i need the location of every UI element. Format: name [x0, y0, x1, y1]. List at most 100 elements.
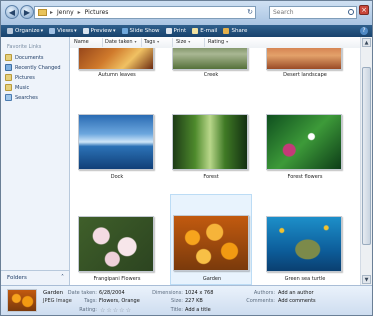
nav-item-music[interactable]: Music	[5, 83, 29, 92]
star-icon[interactable]: ☆	[126, 307, 132, 314]
chevron-down-icon: ▾	[157, 39, 160, 44]
column-divider[interactable]	[204, 38, 205, 47]
column-divider[interactable]	[102, 38, 103, 47]
nav-item-label: Music	[15, 84, 30, 91]
command-bar: Organize ▾ Views ▾ Preview ▾ Slide Show Pri…	[1, 25, 372, 37]
address-bar[interactable]: ▸ Jenny ▸ Pictures ↻	[34, 6, 256, 19]
list-item[interactable]: Autumn leaves	[76, 48, 158, 78]
navigation-pane: Favorite Links Documents Recently Change…	[1, 37, 70, 285]
column-header-tags[interactable]: Tags ▾	[144, 39, 159, 45]
chevron-down-icon: ▾	[188, 39, 191, 44]
garden-thumbnail	[173, 215, 249, 271]
item-caption: Forest	[203, 174, 219, 180]
pictures-icon	[5, 74, 12, 81]
breadcrumb-separator[interactable]: ▸	[50, 9, 53, 16]
close-icon: ×	[361, 6, 367, 14]
rating-stars[interactable]: ☆☆☆☆☆	[100, 307, 132, 314]
slideshow-button[interactable]: Slide Show	[121, 28, 160, 34]
list-item[interactable]: Frangipani Flowers	[76, 214, 158, 285]
authors-value[interactable]: Add an author	[278, 290, 314, 296]
chevron-up-icon: ▲	[364, 40, 369, 46]
organize-button[interactable]: Organize ▾	[7, 28, 43, 34]
back-arrow-icon: ◀	[8, 7, 16, 17]
list-item[interactable]: Dock	[76, 112, 158, 192]
list-item[interactable]: Green sea turtle	[264, 214, 346, 285]
frangipani-flowers-thumbnail	[78, 216, 154, 272]
list-item[interactable]: Desert landscape	[264, 48, 346, 78]
tags-value[interactable]: Flowers, Orange	[99, 298, 140, 304]
print-button[interactable]: Print	[165, 28, 186, 34]
title-value[interactable]: Add a title	[185, 307, 211, 313]
desert-landscape-thumbnail	[266, 48, 342, 70]
search-box[interactable]	[269, 6, 357, 19]
nav-item-documents[interactable]: Documents	[5, 53, 44, 62]
nav-item-label: Recently Changed	[15, 64, 61, 71]
item-caption: Garden	[202, 276, 222, 282]
share-icon	[223, 28, 230, 34]
folders-label: Folders	[7, 275, 27, 281]
breadcrumb-jenny[interactable]: Jenny	[57, 9, 74, 16]
scrollbar-thumb[interactable]	[362, 67, 371, 245]
recently-changed-icon	[5, 64, 12, 71]
vertical-scrollbar[interactable]: ▲ ▼	[360, 37, 372, 285]
views-label: Views	[57, 28, 74, 34]
chevron-down-icon: ▾	[40, 28, 44, 34]
folder-icon	[38, 9, 47, 16]
breadcrumb-separator[interactable]: ▸	[78, 9, 81, 16]
nav-item-searches[interactable]: Searches	[5, 93, 38, 102]
item-caption: Dock	[110, 174, 124, 180]
breadcrumb-pictures[interactable]: Pictures	[85, 9, 109, 16]
share-button[interactable]: Share	[223, 28, 247, 34]
date-taken-label: Date taken:	[67, 290, 97, 296]
nav-item-pictures[interactable]: Pictures	[5, 73, 35, 82]
column-header-name[interactable]: Name	[74, 39, 89, 45]
favorite-links-heading: Favorite Links	[7, 44, 42, 50]
column-header-rating[interactable]: Rating ▾	[208, 39, 228, 45]
item-caption: Autumn leaves	[98, 72, 136, 78]
scroll-down-button[interactable]: ▼	[362, 275, 371, 284]
email-icon	[192, 28, 199, 34]
search-input[interactable]	[273, 9, 343, 16]
email-label: E-mail	[200, 28, 218, 34]
column-header-label: Name	[74, 39, 89, 45]
organize-label: Organize	[15, 28, 40, 34]
list-item[interactable]: Forest	[170, 112, 252, 192]
chevron-down-icon: ▾	[113, 28, 116, 34]
size-value: 227 KB	[185, 298, 203, 304]
search-icon[interactable]	[348, 9, 354, 15]
slideshow-icon	[121, 28, 128, 34]
dimensions-value: 1024 x 768	[185, 290, 214, 296]
preview-button[interactable]: Preview ▾	[82, 28, 116, 34]
nav-item-recently-changed[interactable]: Recently Changed	[5, 63, 61, 72]
column-divider[interactable]	[172, 38, 173, 47]
help-button[interactable]: ?	[360, 27, 368, 35]
column-divider[interactable]	[141, 38, 142, 47]
item-caption: Forest flowers	[287, 174, 323, 180]
searches-icon	[5, 94, 12, 101]
comments-value[interactable]: Add comments	[278, 298, 316, 304]
comments-label: Comments:	[246, 298, 275, 304]
item-caption: Creek	[203, 72, 219, 78]
list-item[interactable]: Creek	[170, 48, 252, 78]
green-sea-turtle-thumbnail	[266, 216, 342, 272]
dock-thumbnail	[78, 114, 154, 170]
back-button[interactable]: ◀	[5, 5, 19, 19]
views-button[interactable]: Views ▾	[49, 28, 77, 34]
details-pane: Garden JPEG Image Date taken: 6/28/2004 …	[1, 285, 372, 315]
date-taken-value[interactable]: 6/28/2004	[99, 290, 125, 296]
close-window-button[interactable]: ×	[359, 5, 369, 15]
help-icon: ?	[362, 27, 366, 34]
autumn-leaves-thumbnail	[78, 48, 154, 70]
column-header-size[interactable]: Size ▾	[176, 39, 190, 45]
list-item[interactable]: Forest flowers	[264, 112, 346, 192]
forward-button[interactable]: ▶	[20, 5, 34, 19]
column-header-label: Rating	[208, 39, 225, 45]
refresh-icon[interactable]: ↻	[247, 8, 253, 16]
folders-toggle[interactable]: Folders ˄	[1, 270, 69, 285]
column-header-date-taken[interactable]: Date taken ▾	[105, 39, 137, 45]
dimensions-label: Dimensions:	[152, 290, 183, 296]
email-button[interactable]: E-mail	[192, 28, 217, 34]
forward-arrow-icon: ▶	[23, 7, 31, 17]
list-item-selected[interactable]: Garden	[170, 194, 252, 285]
scroll-up-button[interactable]: ▲	[362, 38, 371, 47]
